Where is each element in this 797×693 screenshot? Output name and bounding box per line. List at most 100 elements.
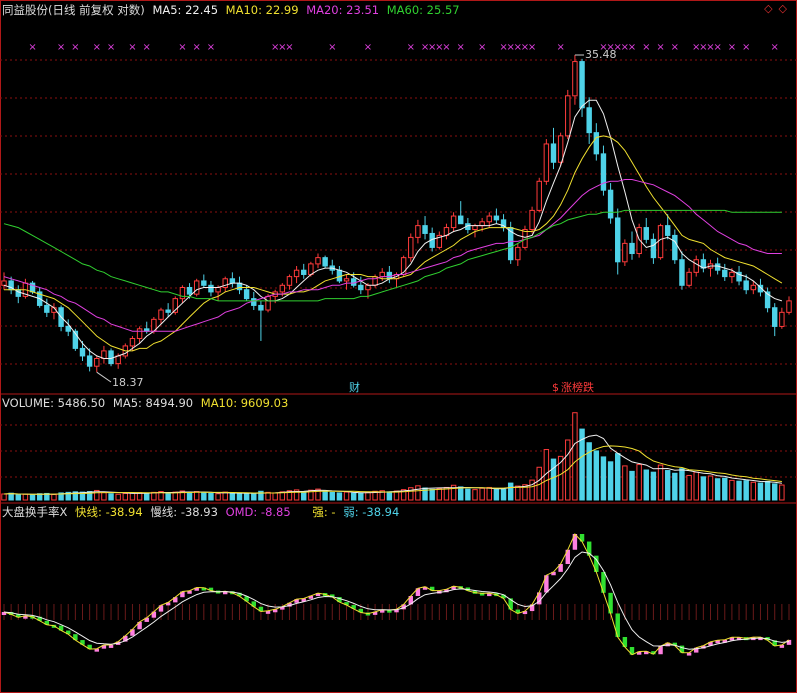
candle-body[interactable] <box>301 269 307 275</box>
volume-bar[interactable] <box>507 482 514 501</box>
volume-bar[interactable] <box>693 471 699 501</box>
candle-body[interactable] <box>786 300 792 313</box>
volume-bar[interactable] <box>657 464 664 501</box>
candle-body[interactable] <box>536 180 542 211</box>
candle-body[interactable] <box>672 234 678 261</box>
candle-body[interactable] <box>615 217 621 263</box>
volume-bar[interactable] <box>436 488 443 501</box>
volume-bar[interactable] <box>208 492 214 501</box>
volume-bar[interactable] <box>336 492 343 501</box>
candle-body[interactable] <box>415 225 421 238</box>
volume-bar[interactable] <box>607 461 614 501</box>
candle-body[interactable] <box>1 280 7 286</box>
volume-bar[interactable] <box>779 484 785 501</box>
volume-bar[interactable] <box>707 475 714 501</box>
volume-bar[interactable] <box>215 493 221 501</box>
candle-body[interactable] <box>729 271 735 278</box>
volume-bar[interactable] <box>301 491 307 501</box>
candle-body[interactable] <box>458 215 464 225</box>
candle-body[interactable] <box>108 350 114 365</box>
candle-body[interactable] <box>600 153 607 191</box>
volume-bar[interactable] <box>343 491 350 501</box>
volume-bar[interactable] <box>129 492 136 501</box>
finance-marker[interactable]: 财 <box>349 381 360 394</box>
volume-bar[interactable] <box>600 456 607 501</box>
s-marker[interactable]: $ <box>552 381 559 394</box>
volume-bar[interactable] <box>350 492 357 501</box>
volume-bar[interactable] <box>358 492 364 501</box>
volume-bar[interactable] <box>229 492 236 501</box>
candle-body[interactable] <box>279 284 286 293</box>
diamond-icon[interactable]: ◇◇ <box>764 2 793 15</box>
volume-bar[interactable] <box>201 492 207 501</box>
limit-list-marker[interactable]: 涨榜跌 <box>561 381 594 394</box>
candle-body[interactable] <box>101 350 107 359</box>
candle-body[interactable] <box>593 132 600 155</box>
volume-bar[interactable] <box>415 485 421 501</box>
volume-bar[interactable] <box>515 485 521 501</box>
volume-bar[interactable] <box>750 481 757 501</box>
candle-body[interactable] <box>229 278 236 284</box>
candle-body[interactable] <box>94 357 100 367</box>
volume-bar[interactable] <box>764 480 771 501</box>
volume-bar[interactable] <box>529 479 535 501</box>
volume-bar[interactable] <box>550 458 557 501</box>
volume-bar[interactable] <box>636 464 642 501</box>
candle-body[interactable] <box>557 135 564 163</box>
volume-bar[interactable] <box>186 492 193 501</box>
candle-body[interactable] <box>165 309 171 313</box>
volume-bar[interactable] <box>743 480 749 501</box>
volume-bar[interactable] <box>458 486 464 501</box>
candle-body[interactable] <box>779 311 785 327</box>
candle-body[interactable] <box>343 278 350 282</box>
candle-body[interactable] <box>336 269 343 282</box>
candle-body[interactable] <box>179 287 186 300</box>
candle-body[interactable] <box>722 269 728 278</box>
candle-body[interactable] <box>44 304 50 313</box>
volume-bar[interactable] <box>700 476 707 501</box>
candle-body[interactable] <box>622 242 628 263</box>
volume-bar[interactable] <box>22 493 29 501</box>
volume-bar[interactable] <box>144 492 150 501</box>
candle-body[interactable] <box>215 287 221 293</box>
candle-body[interactable] <box>158 309 164 320</box>
volume-bar[interactable] <box>643 469 649 501</box>
candle-body[interactable] <box>586 107 592 134</box>
candle-body[interactable] <box>358 284 364 291</box>
volume-bar[interactable] <box>222 491 228 501</box>
candle-body[interactable] <box>365 284 371 291</box>
candle-body[interactable] <box>515 246 521 261</box>
volume-bar[interactable] <box>686 474 692 501</box>
volume-bar[interactable] <box>101 492 107 501</box>
candle-body[interactable] <box>750 284 757 291</box>
volume-bar[interactable] <box>615 453 621 501</box>
volume-bar[interactable] <box>365 491 371 501</box>
candle-body[interactable] <box>686 271 692 286</box>
volume-bar[interactable] <box>236 492 243 501</box>
volume-bar[interactable] <box>51 494 57 501</box>
candle-body[interactable] <box>186 287 193 295</box>
volume-bar[interactable] <box>115 493 121 501</box>
volume-bar[interactable] <box>500 488 507 501</box>
candle-body[interactable] <box>714 263 721 271</box>
volume-bar[interactable] <box>429 488 435 501</box>
volume-bar[interactable] <box>714 478 721 501</box>
candle-body[interactable] <box>679 259 685 286</box>
candle-body[interactable] <box>308 263 314 275</box>
volume-bar[interactable] <box>486 486 492 501</box>
volume-bar[interactable] <box>386 491 393 501</box>
volume-bar[interactable] <box>165 492 171 501</box>
volume-bar[interactable] <box>664 470 671 501</box>
candle-body[interactable] <box>657 225 664 259</box>
candle-body[interactable] <box>136 328 143 340</box>
volume-bar[interactable] <box>479 487 485 501</box>
candle-body[interactable] <box>486 215 492 223</box>
candle-body[interactable] <box>450 215 457 229</box>
candle-body[interactable] <box>408 236 414 259</box>
volume-bar[interactable] <box>1 493 7 501</box>
candle-body[interactable] <box>650 238 657 259</box>
candle-body[interactable] <box>115 355 121 365</box>
volume-bar[interactable] <box>593 450 600 501</box>
candle-body[interactable] <box>579 61 585 109</box>
volume-bar[interactable] <box>736 480 742 501</box>
